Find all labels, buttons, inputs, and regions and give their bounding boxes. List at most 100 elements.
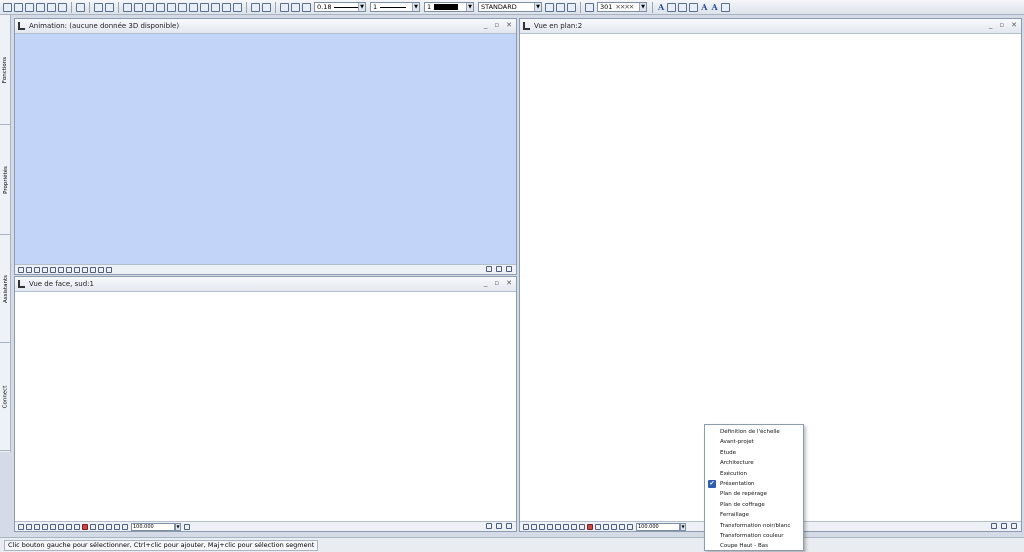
redo-view-icon[interactable] bbox=[114, 523, 120, 530]
scale-input[interactable]: 100.000 bbox=[131, 522, 175, 531]
menu-item[interactable]: Coupe Haut - Bas bbox=[705, 541, 803, 551]
tab-properties[interactable]: Propriétés bbox=[0, 125, 11, 235]
menu-item-checked[interactable]: ✔ Présentation bbox=[705, 479, 803, 489]
zoom-out-icon[interactable] bbox=[50, 523, 56, 530]
undo-view-icon[interactable] bbox=[611, 523, 617, 530]
minimize-icon[interactable]: _ bbox=[484, 21, 488, 29]
tab-assistants[interactable]: Assistants bbox=[0, 235, 11, 343]
chevron-down-icon[interactable]: ▼ bbox=[534, 3, 541, 11]
redo-view-icon[interactable] bbox=[619, 523, 625, 530]
tab-functions[interactable]: Fonctions bbox=[0, 15, 11, 125]
maximize-icon[interactable]: ▫ bbox=[999, 21, 1004, 29]
hatch-select[interactable]: 301 ✕✕✕✕ ▼ bbox=[597, 2, 647, 12]
view-settings-icon[interactable] bbox=[486, 523, 492, 529]
hand-icon[interactable] bbox=[506, 266, 512, 272]
layer-visibility-icon[interactable] bbox=[556, 2, 565, 12]
move-icon[interactable] bbox=[189, 2, 198, 12]
text-size-icon[interactable]: A bbox=[701, 2, 707, 12]
hand-icon[interactable] bbox=[506, 523, 512, 529]
pan-alt-icon[interactable] bbox=[42, 523, 48, 530]
print-icon[interactable] bbox=[47, 2, 56, 12]
text-format-icon[interactable] bbox=[720, 2, 730, 12]
copy-icon[interactable] bbox=[167, 2, 176, 12]
zoom-window-icon[interactable] bbox=[26, 523, 32, 530]
animation-viewport[interactable] bbox=[15, 34, 516, 264]
save-all-icon[interactable] bbox=[36, 2, 45, 12]
back-icon[interactable] bbox=[184, 523, 190, 530]
pen-icon[interactable] bbox=[302, 2, 311, 12]
close-view-icon[interactable] bbox=[18, 523, 24, 530]
camera-icon[interactable] bbox=[106, 266, 112, 273]
zoom-out-icon[interactable] bbox=[555, 523, 561, 530]
zoom-window-icon[interactable] bbox=[531, 523, 537, 530]
front-view-viewport[interactable] bbox=[15, 292, 516, 521]
pen-thickness-select[interactable]: 0.18 ▼ bbox=[314, 2, 366, 12]
print-preview-icon[interactable] bbox=[58, 2, 67, 12]
menu-item[interactable]: Architecture bbox=[705, 458, 803, 468]
previous-view-icon[interactable] bbox=[58, 266, 64, 273]
rotate-icon[interactable] bbox=[200, 2, 209, 12]
window-icon[interactable] bbox=[76, 2, 85, 12]
scale-icon[interactable] bbox=[627, 523, 633, 530]
perspective-icon[interactable] bbox=[74, 266, 80, 273]
group-icon[interactable] bbox=[233, 2, 242, 12]
menu-item[interactable]: Définition de l'échelle bbox=[705, 427, 803, 437]
view-settings-icon[interactable] bbox=[991, 523, 997, 529]
zoom-in-icon[interactable] bbox=[563, 523, 569, 530]
scale-icon[interactable] bbox=[122, 523, 128, 530]
undo-view-icon[interactable] bbox=[106, 523, 112, 530]
menu-item[interactable]: Exécution bbox=[705, 469, 803, 479]
zoom-icon[interactable] bbox=[262, 2, 271, 12]
next-view-icon[interactable] bbox=[579, 523, 585, 530]
rectangle-icon[interactable] bbox=[123, 2, 132, 12]
previous-view-icon[interactable] bbox=[571, 523, 577, 530]
scale-input[interactable]: 100.000 bbox=[636, 522, 680, 531]
menu-item[interactable]: Etude bbox=[705, 448, 803, 458]
text-style-icon[interactable]: A bbox=[711, 2, 717, 12]
layer-settings-icon[interactable] bbox=[545, 2, 554, 12]
print-view-icon[interactable] bbox=[98, 523, 104, 530]
pen-format-icon[interactable] bbox=[280, 2, 289, 12]
layer-select[interactable]: STANDARD ▼ bbox=[478, 2, 542, 12]
snap-icon[interactable] bbox=[90, 523, 96, 530]
chevron-down-icon[interactable]: ▼ bbox=[175, 522, 181, 531]
chevron-down-icon[interactable]: ▼ bbox=[680, 522, 686, 531]
snap-icon[interactable] bbox=[595, 523, 601, 530]
render-icon[interactable] bbox=[82, 266, 88, 273]
brush-icon[interactable] bbox=[291, 2, 300, 12]
close-icon[interactable]: ✕ bbox=[506, 279, 512, 287]
close-icon[interactable]: ✕ bbox=[506, 21, 512, 29]
lock-view-icon[interactable] bbox=[1001, 523, 1007, 529]
next-view-icon[interactable] bbox=[74, 523, 80, 530]
dimension-icon[interactable] bbox=[667, 2, 677, 12]
close-view-icon[interactable] bbox=[18, 266, 24, 273]
lock-view-icon[interactable] bbox=[496, 523, 502, 529]
layer-lock-icon[interactable] bbox=[567, 2, 576, 12]
pan-icon[interactable] bbox=[539, 523, 545, 530]
maximize-icon[interactable]: ▫ bbox=[494, 21, 499, 29]
minimize-icon[interactable]: _ bbox=[989, 21, 993, 29]
undo-icon[interactable] bbox=[94, 2, 103, 12]
menu-item[interactable]: Plan de coffrage bbox=[705, 500, 803, 510]
delete-icon[interactable] bbox=[156, 2, 165, 12]
close-icon[interactable]: ✕ bbox=[1011, 21, 1017, 29]
undo-view-icon[interactable] bbox=[90, 266, 96, 273]
chevron-down-icon[interactable]: ▼ bbox=[639, 3, 646, 11]
chevron-down-icon[interactable]: ▼ bbox=[466, 3, 473, 11]
color-select[interactable]: 1 ▼ bbox=[424, 2, 474, 12]
pan-alt-icon[interactable] bbox=[547, 523, 553, 530]
tab-connect[interactable]: Connect bbox=[0, 343, 11, 451]
zoom-window-icon[interactable] bbox=[26, 266, 32, 273]
view-settings-icon[interactable] bbox=[486, 266, 492, 272]
text-edit-icon[interactable] bbox=[689, 2, 699, 12]
layers-icon[interactable] bbox=[222, 2, 231, 12]
stamp-icon[interactable] bbox=[145, 2, 154, 12]
zoom-out-icon[interactable] bbox=[42, 266, 48, 273]
chevron-down-icon[interactable]: ▼ bbox=[412, 3, 419, 11]
text-icon[interactable]: A bbox=[658, 2, 664, 12]
line-type-select[interactable]: 1 ▼ bbox=[370, 2, 420, 12]
chevron-down-icon[interactable]: ▼ bbox=[358, 3, 365, 11]
arrow-icon[interactable] bbox=[678, 2, 688, 12]
redo-view-icon[interactable] bbox=[98, 266, 104, 273]
redo-icon[interactable] bbox=[105, 2, 114, 12]
